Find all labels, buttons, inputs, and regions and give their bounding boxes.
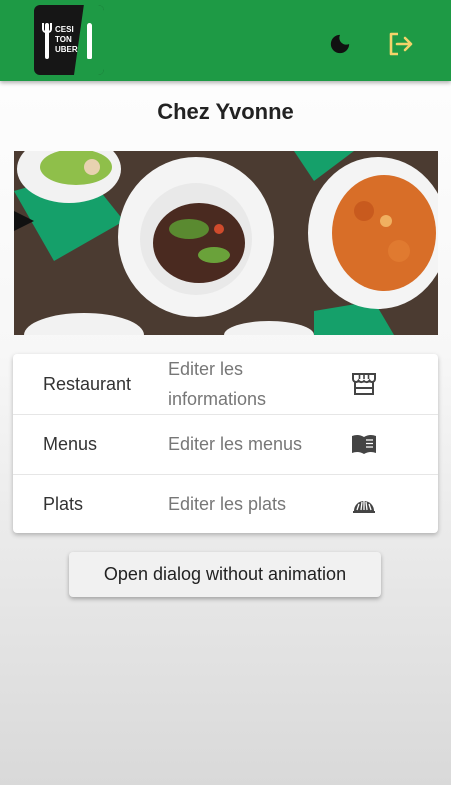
settings-row-label: Menus	[43, 434, 98, 454]
moon-icon[interactable]	[329, 33, 351, 55]
open-dialog-button[interactable]: Open dialog without animation	[69, 552, 381, 597]
settings-row-menus[interactable]: Menus Editer les menus	[13, 414, 438, 475]
settings-row-description: Editer les informations	[168, 359, 267, 409]
logo-text-line: CESI	[55, 25, 74, 34]
settings-list: Restaurant Editer les informations Menus…	[13, 354, 438, 533]
fork-icon	[42, 23, 52, 59]
settings-row-label: Plats	[43, 494, 84, 514]
logo-text-line: TON	[55, 35, 72, 44]
dish-icon[interactable]	[350, 491, 378, 517]
settings-row-description: Editer les plats	[168, 494, 287, 514]
app-header: CESI TON UBER	[0, 0, 451, 81]
settings-row-description: Editer les menus	[168, 434, 303, 454]
page-title: Chez Yvonne	[157, 99, 294, 124]
knife-icon	[87, 23, 92, 59]
logo-text: CESI TON UBER	[55, 25, 78, 55]
menu-book-icon[interactable]	[350, 431, 378, 457]
store-icon[interactable]	[350, 371, 378, 397]
settings-row-restaurant[interactable]: Restaurant Editer les informations	[13, 354, 438, 415]
settings-row-label: Restaurant	[43, 374, 132, 394]
logo-text-line: UBER	[55, 45, 78, 54]
restaurant-banner-image	[14, 151, 438, 335]
settings-row-plats[interactable]: Plats Editer les plats	[13, 474, 438, 534]
logout-icon[interactable]	[386, 30, 414, 58]
app-logo[interactable]: CESI TON UBER	[34, 5, 104, 75]
